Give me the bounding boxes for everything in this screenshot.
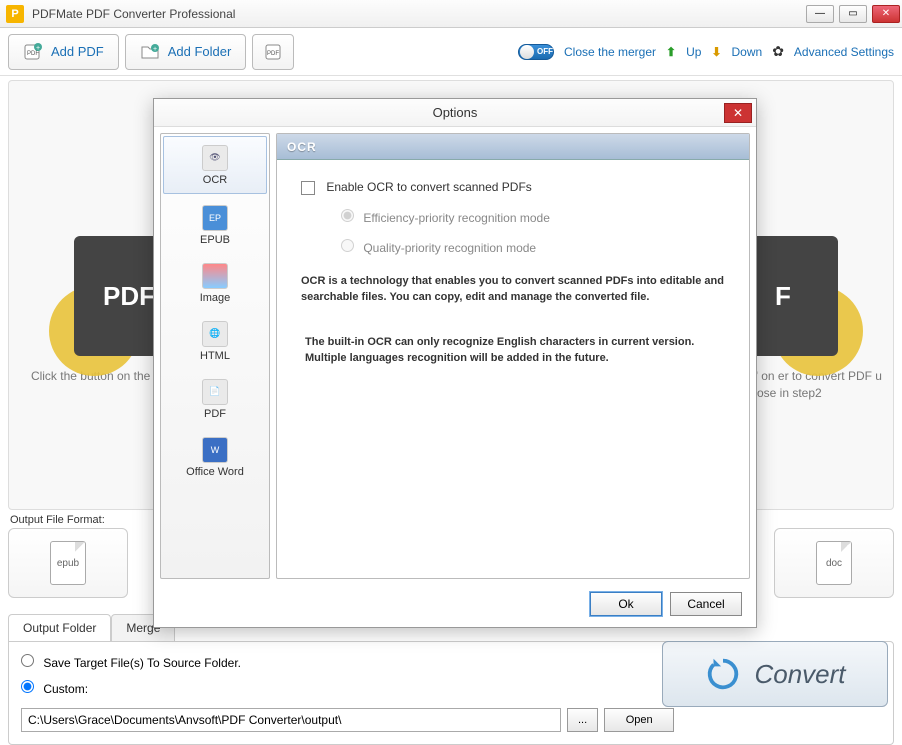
format-doc-button[interactable]: doc (774, 528, 894, 598)
toolbar: PDF+ Add PDF + Add Folder PDF OFF Close … (0, 28, 902, 76)
browse-button[interactable]: ... (567, 708, 598, 732)
ok-button[interactable]: Ok (590, 592, 662, 616)
add-folder-label: Add Folder (168, 44, 232, 59)
efficiency-mode-label: Efficiency-priority recognition mode (363, 211, 550, 225)
add-pdf-label: Add PDF (51, 44, 104, 59)
epub-icon: EP (202, 205, 228, 231)
dialog-main: OCR Enable OCR to convert scanned PDFs E… (276, 133, 750, 579)
minimize-button[interactable]: — (806, 5, 834, 23)
pdf-small-button[interactable]: PDF (252, 34, 294, 70)
ocr-icon: 👁 (202, 145, 228, 171)
dialog-title: Options (433, 105, 478, 120)
add-pdf-button[interactable]: PDF+ Add PDF (8, 34, 119, 70)
sidebar-item-pdf[interactable]: 📄PDF (161, 370, 269, 428)
maximize-button[interactable]: ▭ (839, 5, 867, 23)
sidebar-item-ocr[interactable]: 👁OCR (163, 136, 267, 194)
arrow-down-icon: ⬇ (711, 45, 721, 59)
html-icon: 🌐 (202, 321, 228, 347)
enable-ocr-label: Enable OCR to convert scanned PDFs (326, 180, 531, 194)
options-dialog: Options ✕ 👁OCR EPEPUB Image 🌐HTML 📄PDF W… (153, 98, 757, 628)
sidebar-item-word[interactable]: WOffice Word (161, 428, 269, 486)
pdf-small-icon: PDF (263, 42, 283, 62)
window-close-button[interactable]: ✕ (872, 5, 900, 23)
sidebar-item-image[interactable]: Image (161, 254, 269, 312)
up-link[interactable]: Up (686, 45, 701, 59)
sidebar-item-epub[interactable]: EPEPUB (161, 196, 269, 254)
dialog-close-button[interactable]: ✕ (724, 103, 752, 123)
svg-text:+: + (153, 46, 157, 53)
app-icon: P (6, 5, 24, 23)
quality-mode-label: Quality-priority recognition mode (363, 241, 536, 255)
dialog-titlebar: Options ✕ (154, 99, 756, 127)
enable-ocr-checkbox[interactable] (301, 181, 315, 195)
pdf-icon: 📄 (202, 379, 228, 405)
sidebar-item-html[interactable]: 🌐HTML (161, 312, 269, 370)
advanced-settings-link[interactable]: Advanced Settings (794, 45, 894, 59)
ocr-description: OCR is a technology that enables you to … (301, 273, 725, 306)
word-icon: W (202, 437, 228, 463)
format-epub-button[interactable]: epub (8, 528, 128, 598)
output-path-input[interactable] (21, 708, 561, 732)
merger-toggle[interactable]: OFF (518, 44, 554, 60)
add-folder-button[interactable]: + Add Folder (125, 34, 247, 70)
add-pdf-icon: PDF+ (23, 42, 43, 62)
save-to-source-radio[interactable] (21, 654, 34, 667)
open-folder-button[interactable]: Open (604, 708, 674, 732)
dialog-sidebar: 👁OCR EPEPUB Image 🌐HTML 📄PDF WOffice Wor… (160, 133, 270, 579)
convert-icon (704, 655, 742, 693)
add-folder-icon: + (140, 42, 160, 62)
svg-text:PDF: PDF (267, 51, 279, 57)
gear-icon: ✿ (772, 43, 784, 60)
dialog-section-header: OCR (277, 134, 749, 160)
quality-mode-radio (341, 239, 354, 252)
ocr-note: The built-in OCR can only recognize Engl… (301, 334, 725, 367)
titlebar: P PDFMate PDF Converter Professional — ▭… (0, 0, 902, 28)
cancel-button[interactable]: Cancel (670, 592, 742, 616)
image-icon (202, 263, 228, 289)
efficiency-mode-radio (341, 209, 354, 222)
convert-button[interactable]: Convert (662, 641, 888, 707)
arrow-up-icon: ⬆ (666, 45, 676, 59)
down-link[interactable]: Down (732, 45, 763, 59)
app-title: PDFMate PDF Converter Professional (32, 7, 235, 21)
svg-text:+: + (36, 45, 40, 52)
custom-folder-label: Custom: (43, 682, 88, 696)
dialog-footer: Ok Cancel (154, 585, 756, 623)
custom-folder-radio[interactable] (21, 680, 34, 693)
convert-label: Convert (754, 659, 845, 690)
close-merger-link[interactable]: Close the merger (564, 45, 656, 59)
save-to-source-label: Save Target File(s) To Source Folder. (43, 656, 241, 670)
tab-output-folder[interactable]: Output Folder (8, 614, 111, 641)
